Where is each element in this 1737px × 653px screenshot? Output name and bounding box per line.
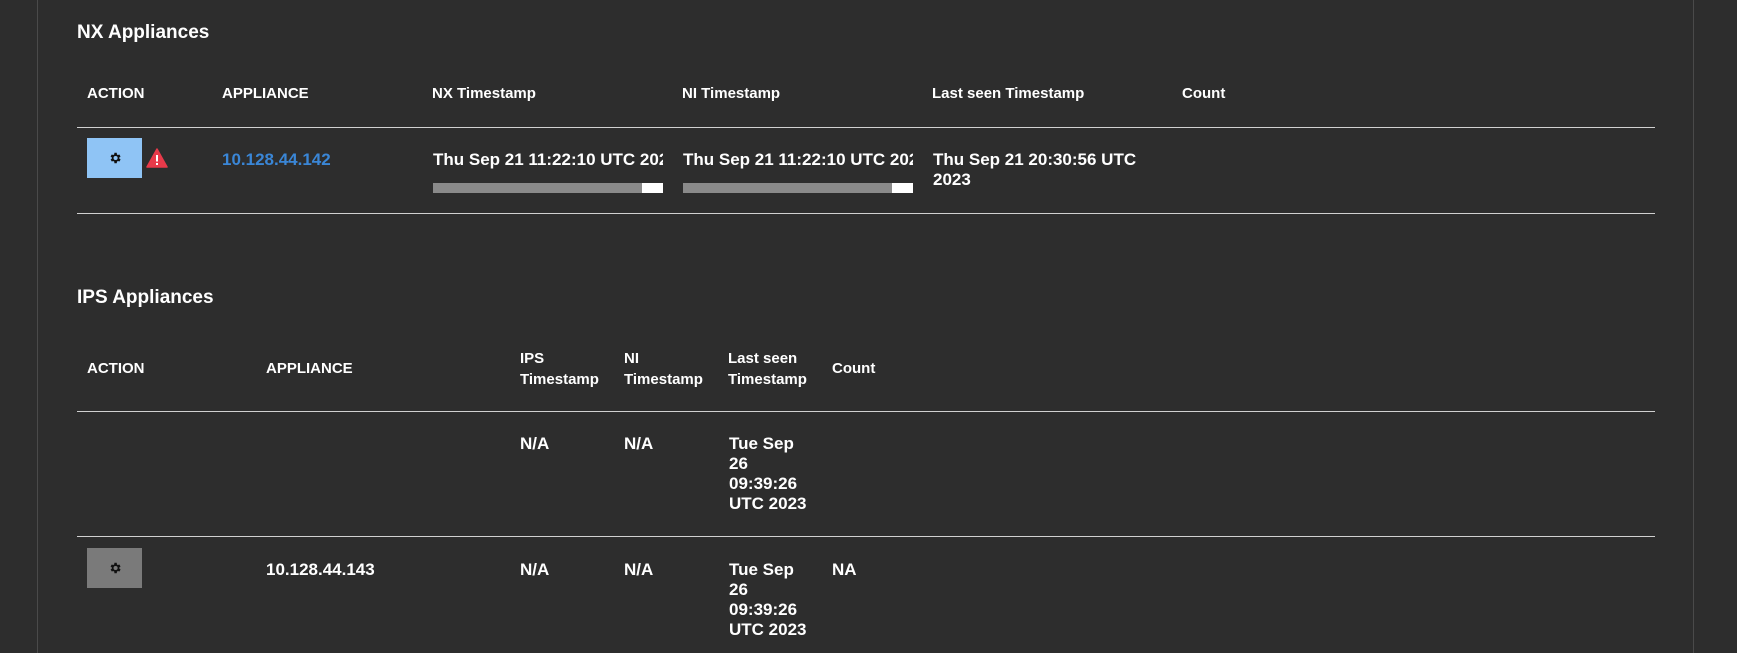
ips-header-ni-timestamp-line2: Timestamp — [624, 371, 703, 388]
warning-icon — [146, 148, 168, 168]
nx-timestamp: Thu Sep 21 11:22:10 UTC 2023 — [433, 150, 663, 169]
nx-header-count: Count — [1182, 85, 1226, 102]
last-seen-line3: 09:39:26 — [729, 474, 798, 493]
count-value: NA — [832, 560, 857, 579]
ips-header-last-seen-line2: Timestamp — [728, 371, 807, 388]
ips-header-divider — [77, 411, 1655, 412]
appliances-page: NX Appliances ACTION APPLIANCE NX Timest… — [0, 0, 1737, 653]
ni-timestamp-progress-bar — [683, 183, 913, 193]
last-seen-line3: 09:39:26 — [729, 600, 798, 619]
settings-button[interactable] — [87, 138, 142, 178]
appliance-link[interactable]: 10.128.44.142 — [222, 150, 331, 170]
nx-header-ni-timestamp: NI Timestamp — [682, 85, 781, 102]
ips-appliance: 10.128.44.143 — [266, 560, 375, 579]
last-seen-line2: 26 — [729, 580, 748, 599]
nx-section-title: NX Appliances — [77, 22, 210, 43]
last-seen-line2: 26 — [729, 454, 748, 473]
left-border — [37, 0, 38, 653]
ni-progress-fill — [683, 183, 893, 193]
gear-icon — [110, 562, 121, 574]
ni-timestamp: N/A — [624, 560, 654, 579]
last-seen-line4: UTC 2023 — [729, 494, 807, 513]
ips-header-last-seen-line1: Last seen — [728, 350, 798, 367]
nx-header-appliance: APPLIANCE — [222, 85, 309, 102]
ips-timestamp: N/A — [520, 434, 550, 453]
nx-header-last-seen: Last seen Timestamp — [932, 85, 1085, 102]
ni-timestamp: Thu Sep 21 11:22:10 UTC 2023 — [683, 150, 913, 169]
settings-button[interactable] — [87, 548, 142, 588]
ips-section-title: IPS Appliances — [77, 287, 214, 308]
ips-timestamp: N/A — [520, 560, 550, 579]
ips-header-ni-timestamp-line1: NI — [624, 350, 639, 367]
nx-header-action: ACTION — [87, 85, 145, 102]
last-seen-line1: Tue Sep — [729, 434, 794, 453]
nx-progress-fill — [433, 183, 643, 193]
nx-header-nx-timestamp: NX Timestamp — [432, 85, 536, 102]
ips-header-ips-timestamp-line2: Timestamp — [520, 371, 599, 388]
ips-header-action: ACTION — [87, 360, 145, 377]
nx-header-divider — [77, 127, 1655, 128]
gear-icon — [110, 152, 121, 164]
last-seen-line1: Tue Sep — [729, 560, 794, 579]
last-seen-line4: UTC 2023 — [729, 620, 807, 639]
ips-header-ips-timestamp-line1: IPS — [520, 350, 545, 367]
ips-header-appliance: APPLIANCE — [266, 360, 353, 377]
ips-row-divider — [77, 536, 1655, 537]
ni-timestamp: N/A — [624, 434, 654, 453]
ips-header-count: Count — [832, 360, 876, 377]
nx-timestamp-progress-bar — [433, 183, 663, 193]
nx-row-divider — [77, 213, 1655, 214]
last-seen-timestamp-line2: 2023 — [933, 170, 971, 189]
right-border — [1693, 0, 1694, 653]
last-seen-timestamp-line1: Thu Sep 21 20:30:56 UTC — [933, 150, 1137, 169]
